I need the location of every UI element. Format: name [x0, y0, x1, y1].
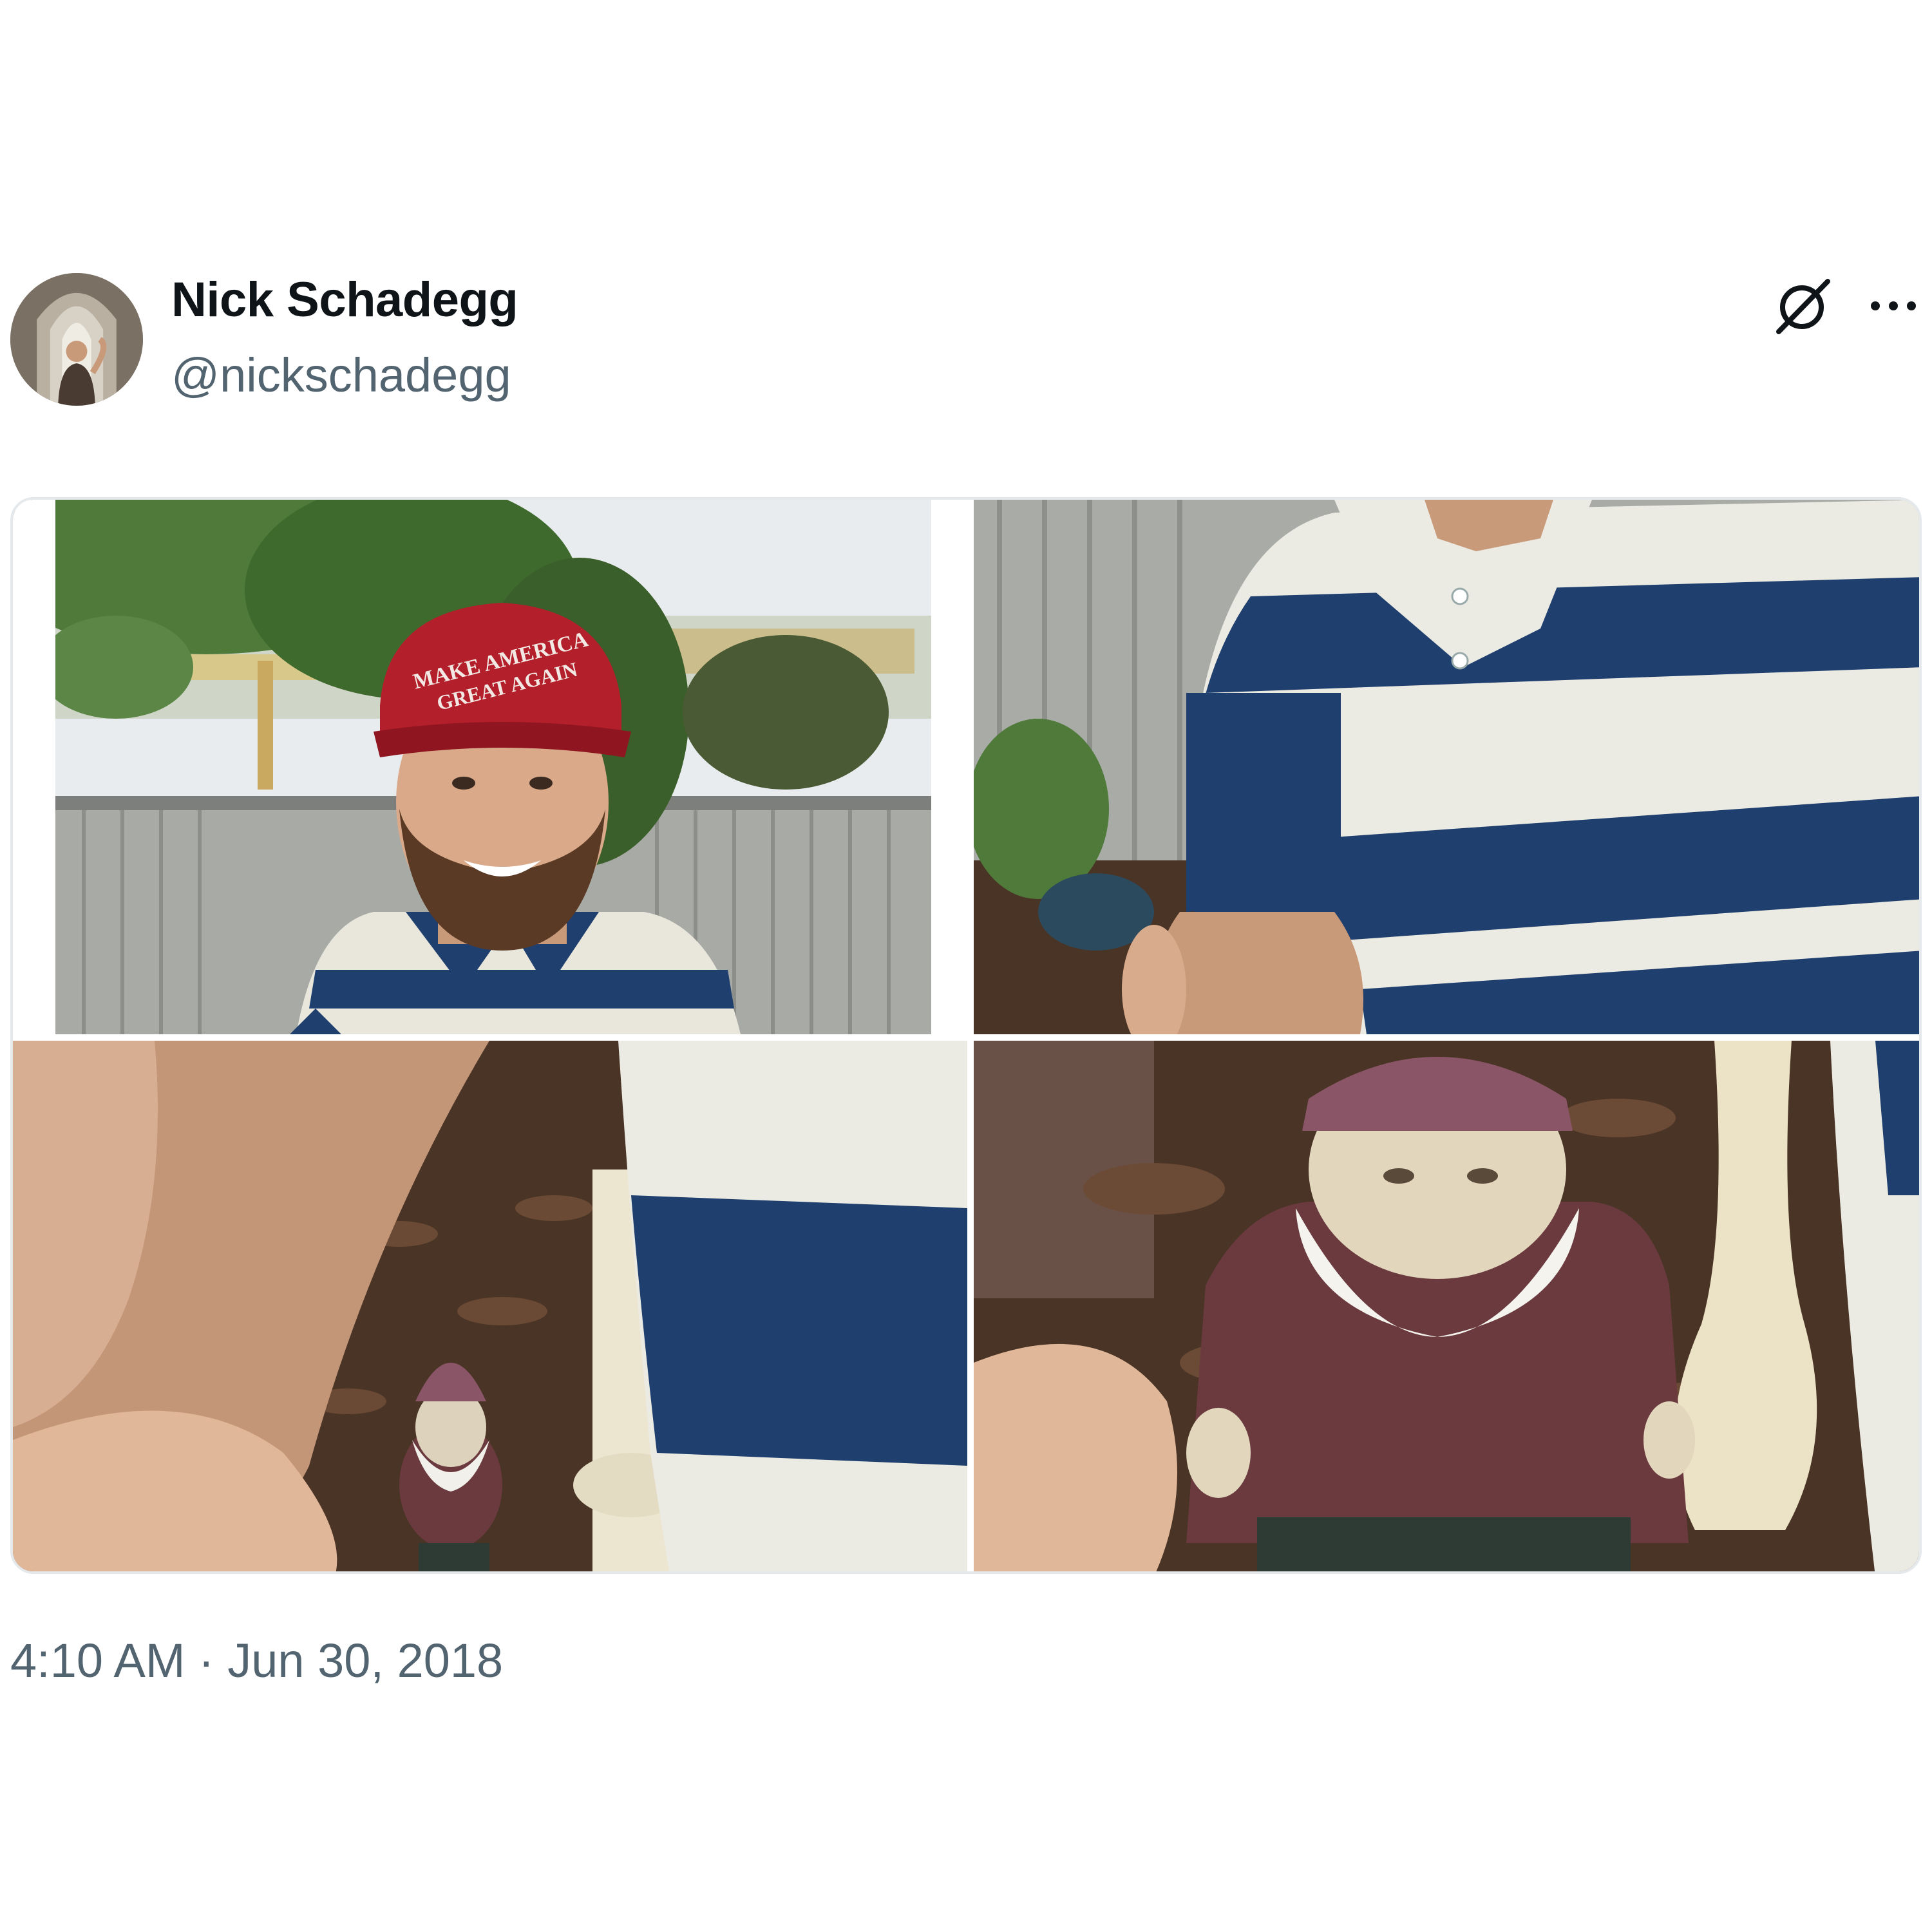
media-grid: MAKE AMERICA GREAT AGAIN [10, 497, 1922, 1574]
more-options-icon[interactable] [1866, 283, 1920, 328]
tweet-timestamp[interactable]: 4:10 AM · Jun 30, 2018 [10, 1637, 503, 1685]
avatar[interactable] [10, 273, 143, 406]
avatar-image [10, 273, 143, 406]
grok-icon[interactable] [1770, 274, 1834, 338]
media-photo-1[interactable]: MAKE AMERICA GREAT AGAIN [13, 500, 967, 1034]
user-handle[interactable]: @nickschadegg [171, 352, 511, 399]
display-name[interactable]: Nick Schadegg [171, 276, 518, 325]
tweet: Nick Schadegg @nickschadegg MAKE AMERICA… [0, 0, 1932, 1932]
media-photo-3[interactable] [13, 1041, 967, 1571]
media-photo-4[interactable] [974, 1041, 1919, 1571]
media-photo-2[interactable] [974, 500, 1919, 1034]
